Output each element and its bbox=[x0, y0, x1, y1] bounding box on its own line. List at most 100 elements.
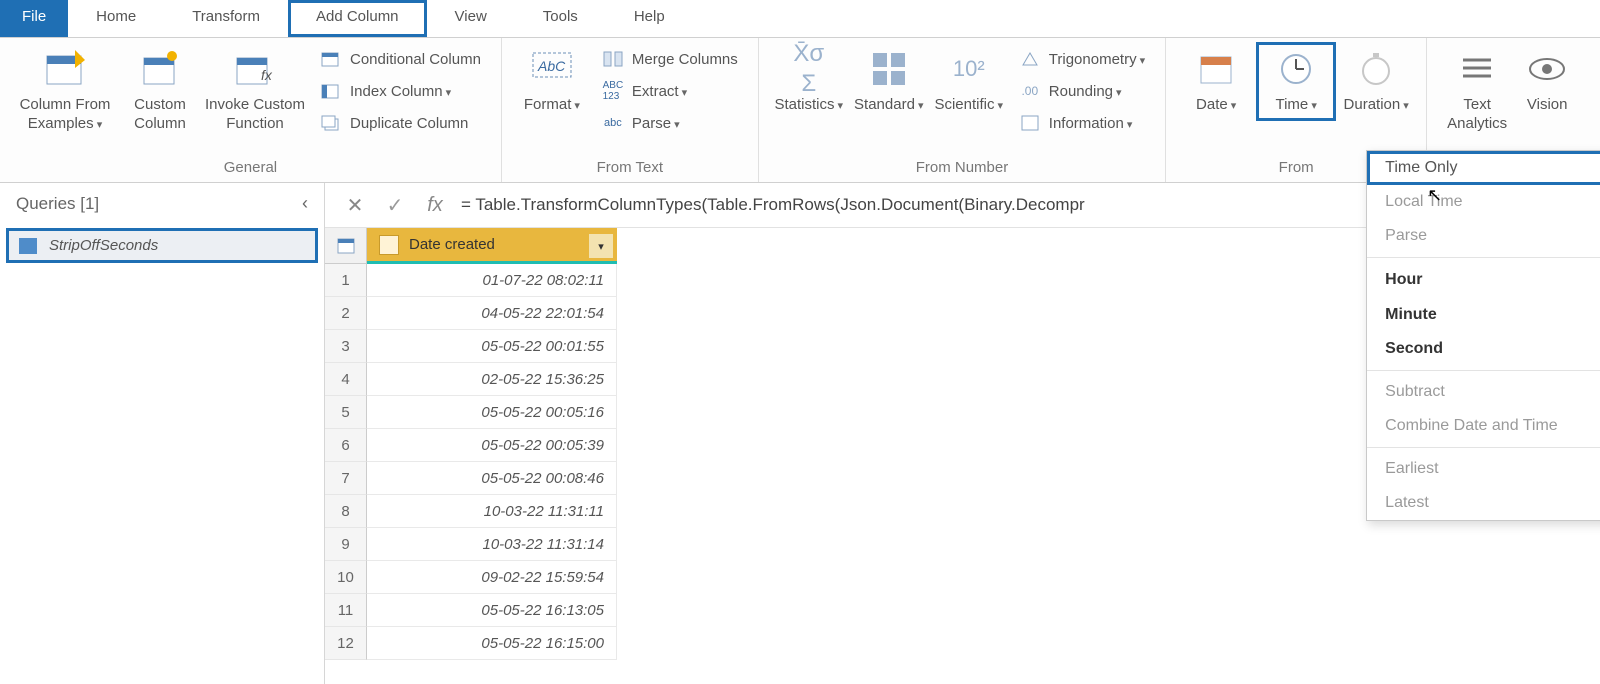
cell-date-created[interactable]: 05-05-22 16:15:00 bbox=[367, 627, 617, 660]
cell-date-created[interactable]: 05-05-22 00:01:55 bbox=[367, 330, 617, 363]
query-item[interactable]: StripOffSeconds bbox=[6, 228, 318, 263]
menu-local-time[interactable]: Local Time bbox=[1367, 185, 1600, 219]
queries-pane: Queries [1] ‹ StripOffSeconds bbox=[0, 183, 325, 684]
ribbon-group-from-text: AbC Format Merge Columns ABC123 Extract … bbox=[502, 38, 759, 182]
menu-add-column[interactable]: Add Column bbox=[288, 0, 427, 37]
row-header[interactable]: 8 bbox=[325, 495, 367, 528]
menu-time-only[interactable]: Time Only bbox=[1367, 151, 1600, 185]
row-header[interactable]: 1 bbox=[325, 264, 367, 297]
standard-button[interactable]: Standard bbox=[849, 42, 929, 121]
table-star-icon bbox=[139, 48, 181, 90]
rounding-icon: .00 bbox=[1019, 80, 1041, 102]
table-row[interactable]: 910-03-22 11:31:14 bbox=[325, 528, 1600, 561]
row-header[interactable]: 12 bbox=[325, 627, 367, 660]
duplicate-column-button[interactable]: Duplicate Column bbox=[320, 112, 481, 134]
menu-separator bbox=[1367, 447, 1600, 448]
menu-earliest[interactable]: Earliest bbox=[1367, 452, 1600, 486]
scientific-button[interactable]: 10² Scientific bbox=[929, 42, 1009, 121]
vision-button[interactable]: Vision bbox=[1517, 42, 1577, 121]
ribbon: Column From Examples Custom Column fx In… bbox=[0, 38, 1600, 183]
menu-latest[interactable]: Latest bbox=[1367, 486, 1600, 520]
table-row[interactable]: 1009-02-22 15:59:54 bbox=[325, 561, 1600, 594]
table-row[interactable]: 1205-05-22 16:15:00 bbox=[325, 627, 1600, 660]
svg-text:AbC: AbC bbox=[537, 58, 566, 74]
column-filter-button[interactable]: ▾ bbox=[589, 234, 613, 258]
row-header[interactable]: 10 bbox=[325, 561, 367, 594]
ribbon-group-from-number: X̄σΣ Statistics Standard 10² Scientific … bbox=[759, 38, 1166, 182]
menu-help[interactable]: Help bbox=[606, 0, 693, 37]
from-text-small-buttons: Merge Columns ABC123 Extract abc Parse bbox=[592, 42, 748, 140]
cell-date-created[interactable]: 05-05-22 00:05:16 bbox=[367, 396, 617, 429]
cell-date-created[interactable]: 09-02-22 15:59:54 bbox=[367, 561, 617, 594]
cell-date-created[interactable]: 05-05-22 00:08:46 bbox=[367, 462, 617, 495]
cancel-formula-button[interactable]: ✕ bbox=[341, 191, 369, 219]
parse-button[interactable]: abc Parse bbox=[602, 112, 738, 134]
time-button[interactable]: Time bbox=[1256, 42, 1336, 121]
format-button[interactable]: AbC Format bbox=[512, 42, 592, 121]
row-header[interactable]: 7 bbox=[325, 462, 367, 495]
extract-button[interactable]: ABC123 Extract bbox=[602, 80, 738, 102]
row-header[interactable]: 3 bbox=[325, 330, 367, 363]
cell-date-created[interactable]: 02-05-22 15:36:25 bbox=[367, 363, 617, 396]
text-analytics-button[interactable]: Text Analytics bbox=[1437, 42, 1517, 140]
menu-view[interactable]: View bbox=[427, 0, 515, 37]
group-label-from-number: From Number bbox=[769, 155, 1155, 182]
menu-home[interactable]: Home bbox=[68, 0, 164, 37]
rounding-button[interactable]: .00 Rounding bbox=[1019, 80, 1145, 102]
cell-date-created[interactable]: 04-05-22 22:01:54 bbox=[367, 297, 617, 330]
invoke-custom-function-button[interactable]: fx Invoke Custom Function bbox=[200, 42, 310, 140]
table-row[interactable]: 1105-05-22 16:13:05 bbox=[325, 594, 1600, 627]
merge-columns-button[interactable]: Merge Columns bbox=[602, 48, 738, 70]
format-abc-icon: AbC bbox=[531, 48, 573, 90]
menu-transform[interactable]: Transform bbox=[164, 0, 288, 37]
menu-hour[interactable]: Hour▸ bbox=[1367, 262, 1600, 298]
menu-combine[interactable]: Combine Date and Time bbox=[1367, 409, 1600, 443]
grid-corner[interactable] bbox=[325, 228, 367, 264]
menu-minute[interactable]: Minute bbox=[1367, 298, 1600, 332]
row-header[interactable]: 5 bbox=[325, 396, 367, 429]
stopwatch-icon bbox=[1355, 48, 1397, 90]
row-header[interactable]: 11 bbox=[325, 594, 367, 627]
commit-formula-button[interactable]: ✓ bbox=[381, 191, 409, 219]
menu-tools[interactable]: Tools bbox=[515, 0, 606, 37]
group-label-general: General bbox=[10, 155, 491, 182]
text-lines-icon bbox=[1456, 48, 1498, 90]
menu-second[interactable]: Second bbox=[1367, 332, 1600, 366]
row-header[interactable]: 4 bbox=[325, 363, 367, 396]
statistics-button[interactable]: X̄σΣ Statistics bbox=[769, 42, 849, 121]
conditional-column-button[interactable]: Conditional Column bbox=[320, 48, 481, 70]
cell-date-created[interactable]: 05-05-22 16:13:05 bbox=[367, 594, 617, 627]
conditional-icon bbox=[320, 48, 342, 70]
sigma-icon: X̄σΣ bbox=[788, 48, 830, 90]
ribbon-group-datetime: Date Time Duration From Time Only ↖ L bbox=[1166, 38, 1427, 182]
cell-date-created[interactable]: 01-07-22 08:02:11 bbox=[367, 264, 617, 297]
table-lightning-icon bbox=[44, 48, 86, 90]
date-button[interactable]: Date bbox=[1176, 42, 1256, 121]
collapse-pane-button[interactable]: ‹ bbox=[302, 193, 308, 214]
datetime-type-icon bbox=[379, 235, 399, 255]
row-header[interactable]: 2 bbox=[325, 297, 367, 330]
trigonometry-button[interactable]: Trigonometry bbox=[1019, 48, 1145, 70]
index-column-button[interactable]: Index Column bbox=[320, 80, 481, 102]
column-header-date-created[interactable]: Date created ▾ bbox=[367, 228, 617, 264]
workspace: Queries [1] ‹ StripOffSeconds ✕ ✓ fx = T… bbox=[0, 183, 1600, 684]
row-header[interactable]: 6 bbox=[325, 429, 367, 462]
column-from-examples-button[interactable]: Column From Examples bbox=[10, 42, 120, 140]
cell-date-created[interactable]: 05-05-22 00:05:39 bbox=[367, 429, 617, 462]
fx-icon: fx bbox=[234, 48, 276, 90]
calculator-icon bbox=[868, 48, 910, 90]
custom-column-button[interactable]: Custom Column bbox=[120, 42, 200, 140]
cell-date-created[interactable]: 10-03-22 11:31:14 bbox=[367, 528, 617, 561]
duration-button[interactable]: Duration bbox=[1336, 42, 1416, 121]
information-button[interactable]: Information bbox=[1019, 112, 1145, 134]
row-header[interactable]: 9 bbox=[325, 528, 367, 561]
time-dropdown-menu: Time Only ↖ Local Time Parse Hour▸ Minut… bbox=[1366, 150, 1600, 521]
fx-label-icon: fx bbox=[421, 191, 449, 219]
menu-file[interactable]: File bbox=[0, 0, 68, 37]
menu-parse[interactable]: Parse bbox=[1367, 219, 1600, 253]
menu-subtract[interactable]: Subtract bbox=[1367, 375, 1600, 409]
eye-icon bbox=[1526, 48, 1568, 90]
scientific-icon: 10² bbox=[948, 48, 990, 90]
main-menu-bar: File Home Transform Add Column View Tool… bbox=[0, 0, 1600, 38]
cell-date-created[interactable]: 10-03-22 11:31:11 bbox=[367, 495, 617, 528]
